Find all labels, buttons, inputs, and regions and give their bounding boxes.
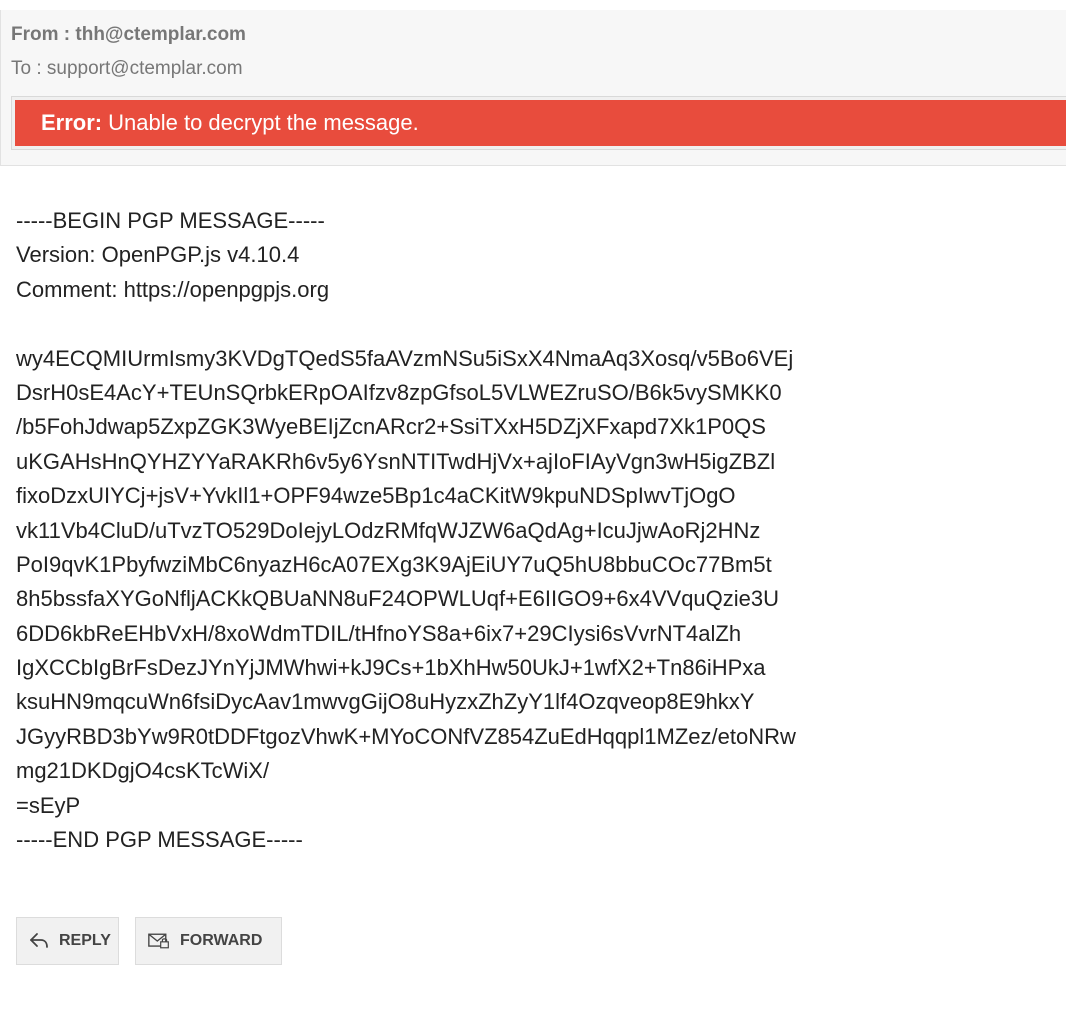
pgp-line: IgXCCbIgBrFsDezJYnYjJMWhwi+kJ9Cs+1bXhHw5… (16, 655, 766, 681)
pgp-line: Comment: https://openpgpjs.org (16, 276, 330, 302)
pgp-line: =sEyP (16, 792, 81, 818)
reply-arrow-icon (29, 930, 49, 952)
from-line: From : thh@ctemplar.com (11, 24, 246, 46)
forward-label: FORWARD (180, 932, 263, 949)
pgp-line (16, 307, 1056, 341)
pgp-line: JGyyRBD3bYw9R0tDDFtgozVhwK+MYoCONfVZ854Z… (16, 723, 796, 749)
to-label: To : (11, 58, 47, 79)
envelope-lock-icon (148, 930, 170, 952)
pgp-line: ksuHN9mqcuWn6fsiDycAav1mwvgGijO8uHyzxZhZ… (16, 689, 755, 715)
error-banner-frame: Error: Unable to decrypt the message. (11, 96, 1066, 150)
to-address: support@ctemplar.com (46, 58, 243, 79)
pgp-line: uKGAHsHnQYHZYYaRAKRh6v5y6YsnNTITwdHjVx+a… (16, 448, 776, 474)
email-view: From : thh@ctemplar.com To : support@cte… (0, 0, 1066, 1012)
pgp-line: PoI9qvK1PbyfwziMbC6nyazH6cA07EXg3K9AjEiU… (16, 551, 772, 577)
message-actions: REPLY FORWARD (16, 917, 282, 965)
reply-label: REPLY (59, 932, 111, 949)
forward-button[interactable]: FORWARD (135, 917, 282, 965)
pgp-message-body: -----BEGIN PGP MESSAGE----- Version: Open… (16, 204, 1056, 857)
pgp-line: vk11Vb4CluD/uTvzTO529DoIejyLOdzRMfqWJZW6… (16, 517, 761, 543)
pgp-line: -----BEGIN PGP MESSAGE----- (16, 208, 325, 233)
pgp-line: /b5FohJdwap5ZxpZGK3WyeBEIjZcnARcr2+SsiTX… (16, 414, 766, 440)
pgp-line: DsrH0sE4AcY+TEUnSQrbkERpOAIfzv8zpGfsoL5V… (16, 379, 782, 405)
to-line: To : support@ctemplar.com (11, 58, 243, 80)
pgp-line: wy4ECQMIUrmIsmy3KVDgTQedS5faAVzmNSu5iSxX… (16, 345, 794, 371)
error-message: Unable to decrypt the message. (108, 110, 419, 135)
from-address: thh@ctemplar.com (75, 24, 246, 45)
error-label: Error: (41, 110, 103, 135)
error-banner: Error: Unable to decrypt the message. (15, 100, 1066, 146)
pgp-line: fixoDzxUIYCj+jsV+YvkIl1+OPF94wze5Bp1c4aC… (16, 483, 736, 509)
email-header: From : thh@ctemplar.com To : support@cte… (0, 10, 1066, 166)
pgp-line: mg21DKDgjO4csKTcWiX/ (16, 758, 270, 784)
pgp-line: 6DD6kbReEHbVxH/8xoWdmTDIL/tHfnoYS8a+6ix7… (16, 620, 742, 646)
pgp-line: 8h5bssfaXYGoNfljACKkQBUaNN8uF24OPWLUqf+E… (16, 586, 780, 612)
from-label: From : (11, 24, 76, 45)
reply-button[interactable]: REPLY (16, 917, 119, 965)
pgp-line: -----END PGP MESSAGE----- (16, 827, 303, 853)
pgp-line: Version: OpenPGP.js v4.10.4 (16, 242, 300, 268)
